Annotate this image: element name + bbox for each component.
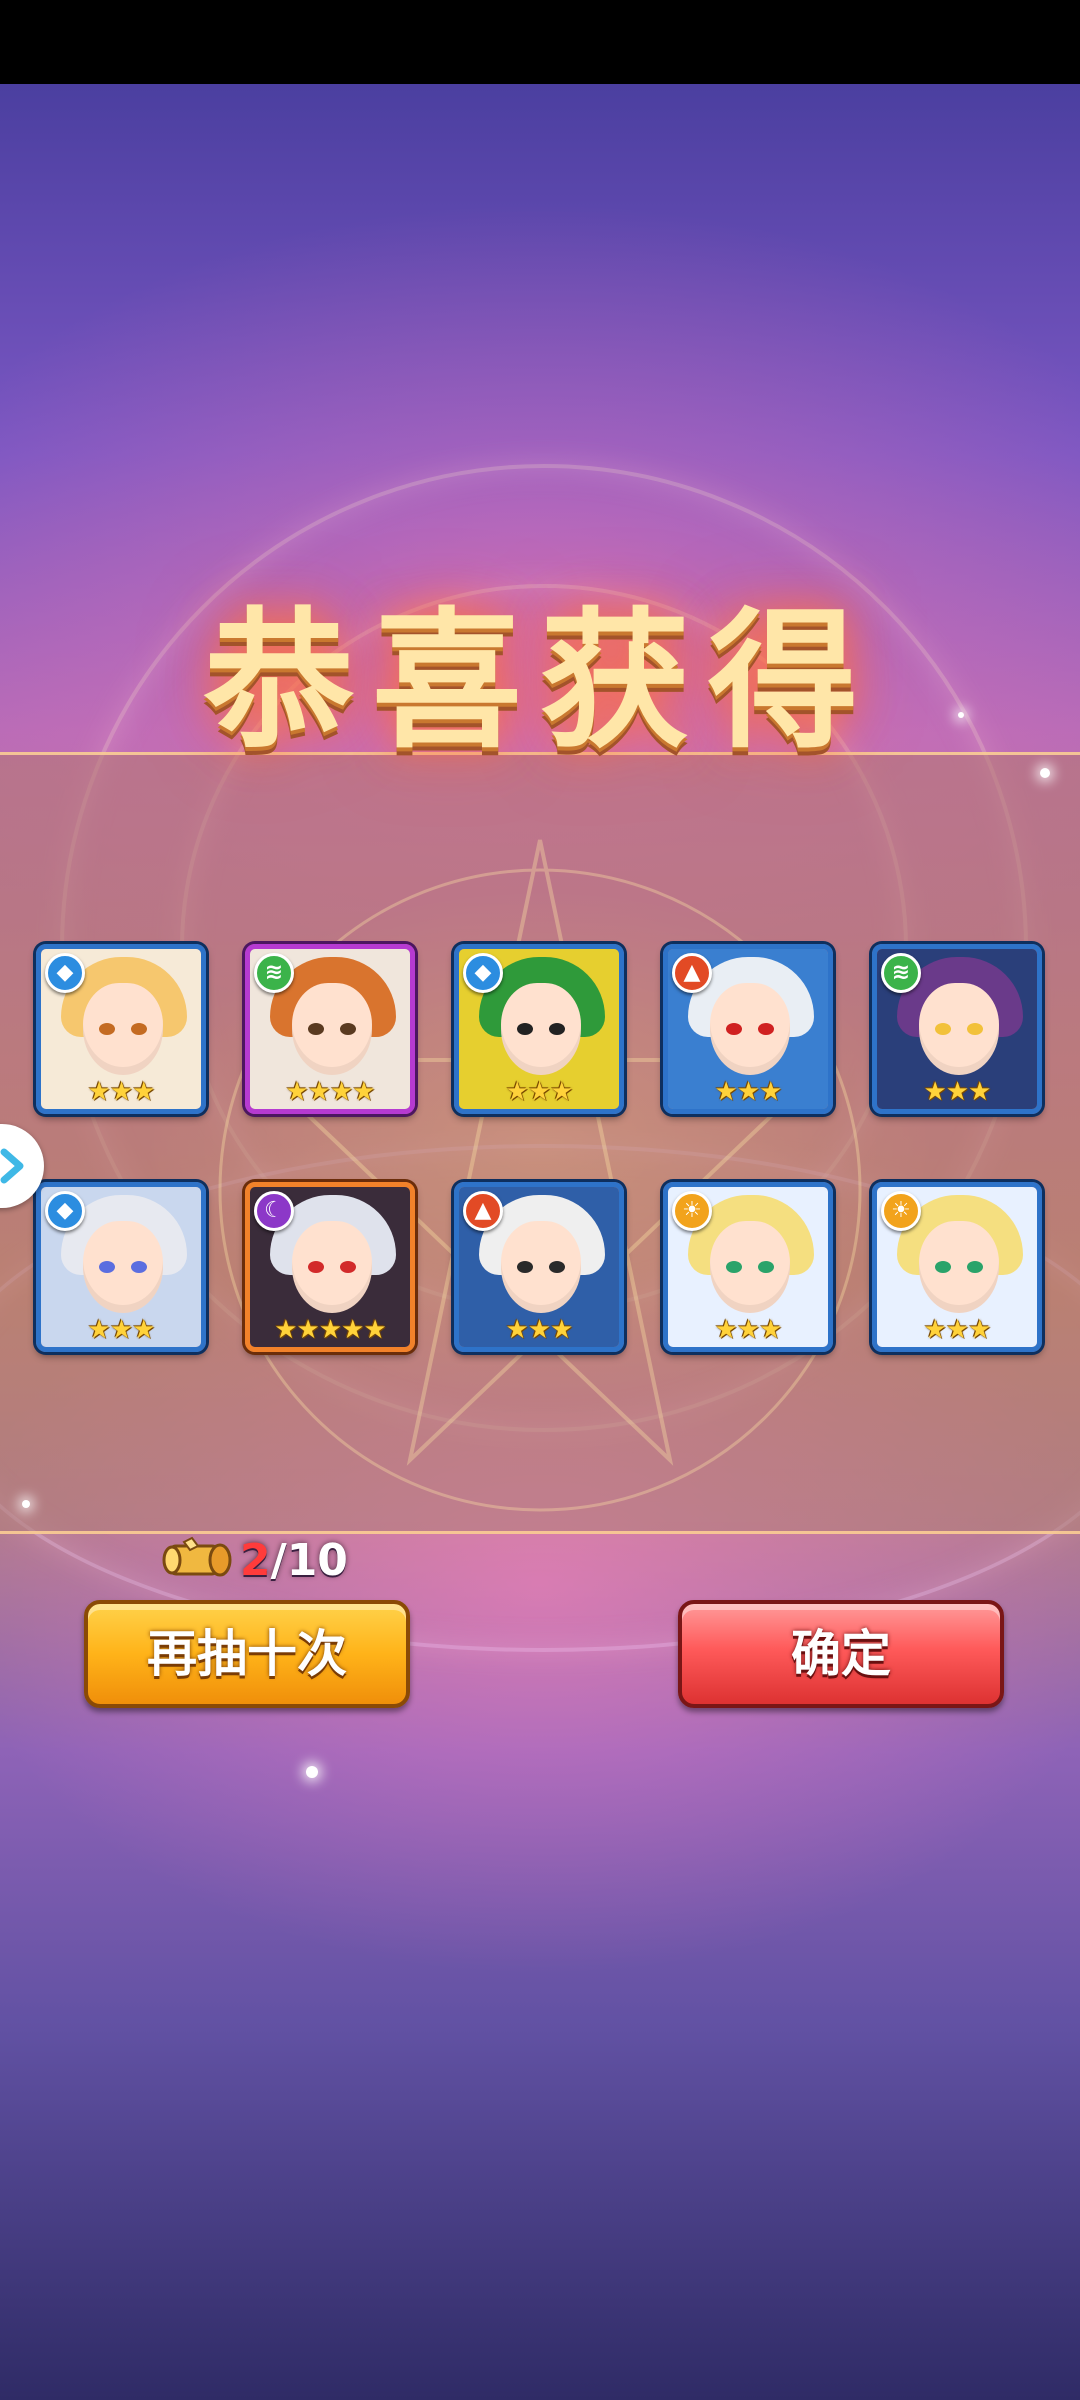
hero-eye <box>308 1023 324 1035</box>
sun-icon: ☀ <box>672 1191 712 1231</box>
side-collapse-tab[interactable] <box>0 1124 44 1208</box>
hero-eye <box>308 1261 324 1273</box>
hero-face <box>292 983 372 1075</box>
hero-card[interactable]: ☀ ★★★ <box>872 1182 1042 1352</box>
hero-stars: ★★★ <box>923 1315 992 1345</box>
hero-eye <box>726 1261 742 1273</box>
hero-stars: ★★★ <box>923 1077 992 1107</box>
sparkle <box>306 1766 318 1778</box>
hero-card[interactable]: ▲ ★★★ <box>663 944 833 1114</box>
hero-face <box>919 1221 999 1313</box>
water-drop-icon: ◆ <box>45 953 85 993</box>
hero-eye <box>340 1261 356 1273</box>
hero-face <box>83 983 163 1075</box>
hero-stars: ★★★ <box>505 1315 574 1345</box>
hero-face <box>501 983 581 1075</box>
hero-stars: ★★★ <box>87 1315 156 1345</box>
hero-card[interactable]: ≋ ★★★ <box>872 944 1042 1114</box>
congrats-title: 恭喜获得 <box>203 595 876 769</box>
hero-eye <box>549 1023 565 1035</box>
hero-card[interactable]: ◆ ★★★ <box>36 944 206 1114</box>
chevron-right-icon <box>0 1148 24 1184</box>
hero-card[interactable]: ▲ ★★★ <box>454 1182 624 1352</box>
hero-card[interactable]: ◆ ★★★ <box>36 1182 206 1352</box>
moon-icon: ☾ <box>254 1191 294 1231</box>
hero-eye <box>99 1261 115 1273</box>
hero-eye <box>967 1261 983 1273</box>
hero-eye <box>935 1261 951 1273</box>
ticket-current: 2 <box>240 1534 271 1586</box>
hero-card[interactable]: ◆ ★★★ <box>454 944 624 1114</box>
hero-eye <box>131 1261 147 1273</box>
hero-face <box>919 983 999 1075</box>
pentagram-decoration <box>218 839 862 1512</box>
hero-eye <box>758 1261 774 1273</box>
wind-icon: ≋ <box>254 953 294 993</box>
hero-stars: ★★★ <box>714 1315 783 1345</box>
hero-stars: ★★★★ <box>285 1077 375 1107</box>
fire-icon: ▲ <box>463 1191 503 1231</box>
scroll-ticket-icon <box>162 1536 236 1584</box>
hero-stars: ★★★★★ <box>274 1315 387 1345</box>
wind-icon: ≋ <box>881 953 921 993</box>
water-drop-icon: ◆ <box>45 1191 85 1231</box>
hero-eye <box>517 1023 533 1035</box>
hero-stars: ★★★ <box>505 1077 574 1107</box>
hero-eye <box>99 1023 115 1035</box>
hero-eye <box>726 1023 742 1035</box>
ticket-counter: 2/10 <box>162 1532 348 1588</box>
ticket-total: /10 <box>270 1534 348 1586</box>
hero-face <box>292 1221 372 1313</box>
hero-eye <box>758 1023 774 1035</box>
hero-stars: ★★★ <box>714 1077 783 1107</box>
fire-icon: ▲ <box>672 953 712 993</box>
hero-eye <box>340 1023 356 1035</box>
draw-ten-again-button[interactable]: 再抽十次 <box>84 1600 410 1708</box>
confirm-button[interactable]: 确定 <box>678 1600 1004 1708</box>
sparkle <box>22 1500 30 1508</box>
sun-icon: ☀ <box>881 1191 921 1231</box>
hero-card[interactable]: ≋ ★★★★ <box>245 944 415 1114</box>
hero-eye <box>967 1023 983 1035</box>
status-bar <box>0 0 1080 84</box>
hero-eye <box>935 1023 951 1035</box>
hero-face <box>501 1221 581 1313</box>
hero-face <box>83 1221 163 1313</box>
hero-card[interactable]: ☀ ★★★ <box>663 1182 833 1352</box>
hero-eye <box>131 1023 147 1035</box>
water-drop-icon: ◆ <box>463 953 503 993</box>
hero-face <box>710 983 790 1075</box>
hero-eye <box>517 1261 533 1273</box>
hero-face <box>710 1221 790 1313</box>
hero-eye <box>549 1261 565 1273</box>
hero-card[interactable]: ☾ ★★★★★ <box>245 1182 415 1352</box>
hero-stars: ★★★ <box>87 1077 156 1107</box>
